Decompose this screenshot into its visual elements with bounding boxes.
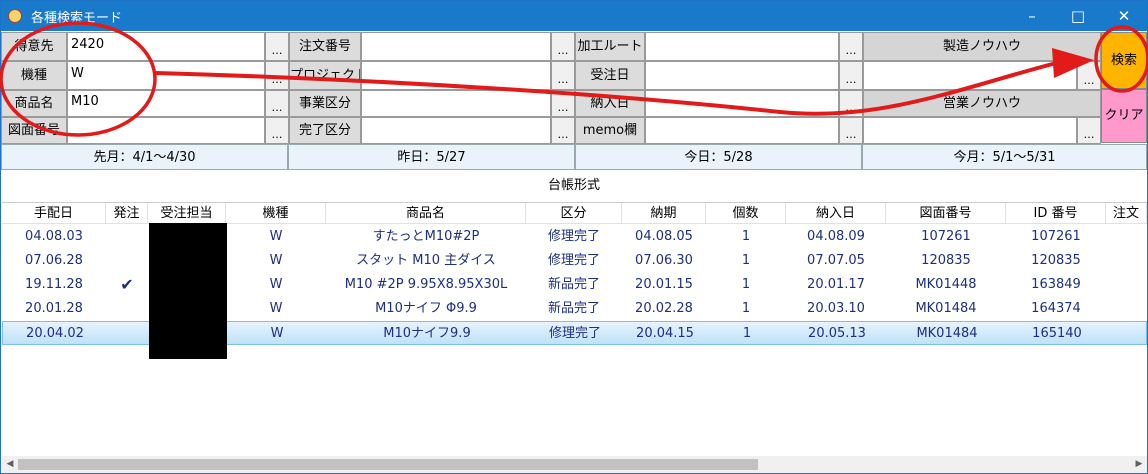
annotation-overlay (0, 21, 1148, 137)
annotation-arrow-head (1052, 48, 1094, 78)
annotation-ellipse-search (1094, 25, 1148, 93)
annotation-ellipse-form (0, 21, 157, 137)
annotation-arrow-line (155, 60, 1061, 116)
